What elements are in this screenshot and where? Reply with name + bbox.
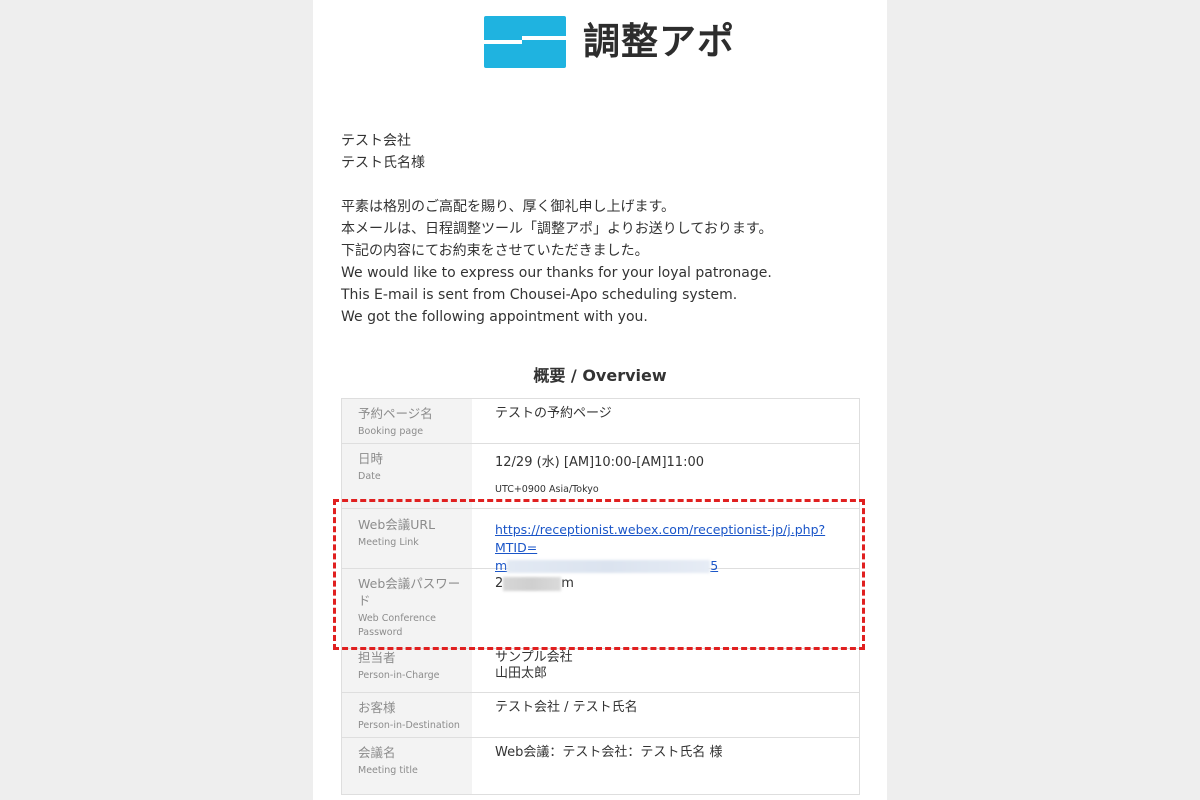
person-company: サンプル会社 — [495, 650, 573, 665]
row-label: 日時 — [358, 451, 384, 466]
row-label: 担当者 — [358, 650, 396, 665]
row-label: 予約ページ名 — [358, 406, 433, 421]
recipient-company: テスト会社 — [341, 133, 411, 149]
intro-line: 平素は格別のご高配を賜り、厚く御礼申し上げます。 — [341, 199, 676, 215]
brand-name: 調整アポ — [583, 20, 735, 63]
row-label-en: Date — [358, 471, 381, 482]
highlight-box — [333, 499, 865, 650]
table-row-person-in-charge: 担当者 Person-in-Charge サンプル会社 山田太郎 — [342, 649, 859, 693]
chousei-apo-logo-icon — [484, 16, 566, 68]
row-label-en: Person-in-Destination — [358, 720, 460, 731]
intro-line: 下記の内容にてお約束をさせていただきました。 — [341, 243, 649, 259]
row-label-en: Person-in-Charge — [358, 670, 440, 681]
booking-page-value: テストの予約ページ — [495, 406, 612, 421]
intro-line: 本メールは、日程調整ツール「調整アポ」よりお送りしております。 — [341, 221, 773, 237]
row-label: 会議名 — [358, 745, 396, 760]
brand-logo: 調整アポ — [484, 16, 735, 68]
table-row-booking: 予約ページ名 Booking page テストの予約ページ — [342, 399, 859, 444]
person-name: 山田太郎 — [495, 666, 548, 681]
date-value: 12/29 (水) [AM]10:00-[AM]11:00 — [495, 455, 704, 470]
row-label-en: Booking page — [358, 426, 424, 437]
intro-line: We would like to express our thanks for … — [341, 265, 772, 281]
table-row-meeting-title: 会議名 Meeting title Web会議：テスト会社：テスト氏名 様 — [342, 738, 859, 795]
row-label: お客様 — [358, 700, 396, 715]
row-label-en: Meeting title — [358, 765, 418, 776]
timezone-value: UTC+0900 Asia/Tokyo — [495, 484, 599, 495]
recipient-name: テスト氏名様 — [341, 155, 425, 171]
intro-text: テスト会社 テスト氏名様 平素は格別のご高配を賜り、厚く御礼申し上げます。 本メ… — [341, 130, 772, 328]
overview-title: 概要 / Overview — [533, 366, 667, 385]
email-body: 調整アポ テスト会社 テスト氏名様 平素は格別のご高配を賜り、厚く御礼申し上げま… — [313, 0, 887, 800]
intro-line: We got the following appointment with yo… — [341, 309, 648, 325]
intro-line: This E-mail is sent from Chousei-Apo sch… — [341, 287, 738, 303]
meeting-title-value: Web会議：テスト会社：テスト氏名 様 — [495, 745, 723, 760]
customer-value: テスト会社 / テスト氏名 — [495, 700, 638, 715]
table-row-customer: お客様 Person-in-Destination テスト会社 / テスト氏名 — [342, 693, 859, 738]
